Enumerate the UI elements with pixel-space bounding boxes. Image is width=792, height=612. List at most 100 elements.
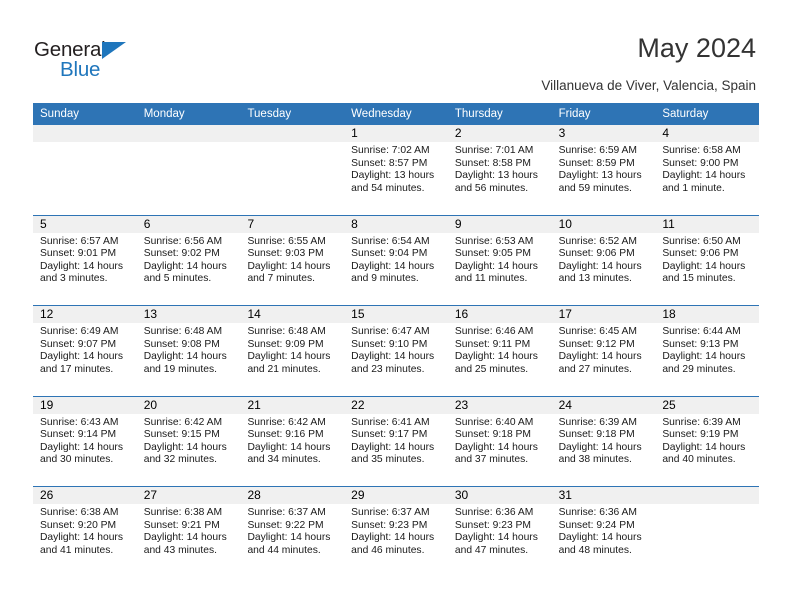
day-cell[interactable]: 2 Sunrise: 7:01 AM Sunset: 8:58 PM Dayli… [447, 125, 552, 215]
day-cell[interactable]: 16 Sunrise: 6:46 AM Sunset: 9:11 PM Dayl… [447, 306, 552, 396]
sunrise-text: Sunrise: 6:47 AM [351, 326, 430, 337]
day-cell[interactable]: 5 Sunrise: 6:57 AM Sunset: 9:01 PM Dayli… [33, 215, 137, 305]
day-cell[interactable]: 15 Sunrise: 6:47 AM Sunset: 9:10 PM Dayl… [344, 306, 448, 396]
sunset-text: Sunset: 9:11 PM [454, 338, 531, 350]
daylight-text-line2: and 7 minutes. [247, 273, 315, 285]
weekday-header-monday: Monday [143, 108, 185, 120]
day-cell[interactable]: 9 Sunrise: 6:53 AM Sunset: 9:05 PM Dayli… [447, 215, 552, 305]
day-details: Sunrise: 6:44 AM Sunset: 9:13 PM Dayligh… [655, 323, 759, 376]
day-cell[interactable]: 7 Sunrise: 6:55 AM Sunset: 9:03 PM Dayli… [240, 215, 345, 305]
sunrise-text: Sunrise: 6:38 AM [143, 507, 223, 518]
sunset-text: Sunset: 8:58 PM [454, 157, 532, 169]
day-cell[interactable]: 26 Sunrise: 6:38 AM Sunset: 9:20 PM Dayl… [33, 487, 137, 577]
page-subtitle-location: Villanueva de Viver, Valencia, Spain [541, 78, 756, 93]
daylight-text-line2: and 35 minutes. [351, 454, 425, 466]
day-cell[interactable]: 25 Sunrise: 6:39 AM Sunset: 9:19 PM Dayl… [655, 396, 760, 486]
day-cell[interactable]: 24 Sunrise: 6:39 AM Sunset: 9:18 PM Dayl… [551, 396, 656, 486]
day-cell[interactable]: 19 Sunrise: 6:43 AM Sunset: 9:14 PM Dayl… [33, 396, 137, 486]
page-header: General Blue May 2024 Villanueva de Vive… [0, 0, 792, 103]
sunset-text: Sunset: 9:19 PM [662, 429, 739, 441]
sunrise-text: Sunrise: 6:56 AM [143, 235, 223, 247]
sunrise-text: Sunrise: 6:46 AM [454, 326, 534, 337]
daylight-text-line2: and 21 minutes. [247, 363, 321, 375]
daylight-text-line2: and 9 minutes. [351, 273, 419, 285]
weekday-header-saturday: Saturday [662, 108, 709, 120]
day-cell[interactable]: 20 Sunrise: 6:42 AM Sunset: 9:15 PM Dayl… [136, 396, 241, 486]
day-cell[interactable]: 12 Sunrise: 6:49 AM Sunset: 9:07 PM Dayl… [33, 306, 137, 396]
daylight-text-line2: and 48 minutes. [558, 544, 632, 556]
day-details: Sunrise: 6:39 AM Sunset: 9:18 PM Dayligh… [552, 414, 656, 467]
day-cell[interactable]: 1 Sunrise: 7:02 AM Sunset: 8:57 PM Dayli… [344, 125, 448, 215]
sunrise-text: Sunrise: 6:37 AM [351, 507, 430, 518]
day-cell[interactable]: 13 Sunrise: 6:48 AM Sunset: 9:08 PM Dayl… [136, 306, 241, 396]
day-number: 7 [240, 215, 345, 233]
sunrise-text: Sunrise: 6:42 AM [143, 416, 223, 428]
day-number: 27 [136, 487, 241, 504]
daylight-text-line1: Daylight: 14 hours [143, 532, 227, 544]
logo-triangle-icon [102, 42, 126, 59]
daylight-text-line2: and 11 minutes. [454, 273, 528, 285]
day-details: Sunrise: 6:41 AM Sunset: 9:17 PM Dayligh… [344, 414, 448, 467]
day-number: 5 [33, 215, 137, 233]
day-details: Sunrise: 6:56 AM Sunset: 9:02 PM Dayligh… [137, 233, 241, 286]
day-cell[interactable]: 17 Sunrise: 6:45 AM Sunset: 9:12 PM Dayl… [551, 306, 656, 396]
daylight-text-line1: Daylight: 13 hours [558, 170, 642, 182]
day-cell[interactable]: 31 Sunrise: 6:36 AM Sunset: 9:24 PM Dayl… [551, 487, 656, 577]
day-details: Sunrise: 6:45 AM Sunset: 9:12 PM Dayligh… [552, 323, 656, 376]
day-cell[interactable]: 8 Sunrise: 6:54 AM Sunset: 9:04 PM Dayli… [344, 215, 448, 305]
day-cell[interactable] [136, 125, 241, 215]
weekday-header-friday: Friday [558, 108, 591, 120]
day-cell[interactable] [655, 487, 760, 577]
day-cell[interactable]: 18 Sunrise: 6:44 AM Sunset: 9:13 PM Dayl… [655, 306, 760, 396]
day-cell[interactable]: 10 Sunrise: 6:52 AM Sunset: 9:06 PM Dayl… [551, 215, 656, 305]
daylight-text-line1: Daylight: 14 hours [454, 260, 538, 272]
general-blue-logo: General Blue [34, 38, 154, 84]
daylight-text-line2: and 23 minutes. [351, 363, 425, 375]
sunrise-text: Sunrise: 6:49 AM [40, 326, 119, 337]
daylight-text-line1: Daylight: 14 hours [40, 532, 123, 544]
day-cell[interactable]: 27 Sunrise: 6:38 AM Sunset: 9:21 PM Dayl… [136, 487, 241, 577]
day-number: 13 [136, 306, 241, 323]
daylight-text-line1: Daylight: 14 hours [351, 532, 435, 544]
daylight-text-line2: and 3 minutes. [40, 273, 108, 285]
day-details: Sunrise: 6:58 AM Sunset: 9:00 PM Dayligh… [655, 142, 759, 195]
weekday-header-thursday: Thursday [454, 108, 503, 120]
day-details: Sunrise: 6:52 AM Sunset: 9:06 PM Dayligh… [552, 233, 656, 286]
daylight-text-line1: Daylight: 14 hours [662, 170, 746, 182]
sunset-text: Sunset: 9:23 PM [454, 519, 532, 531]
day-number: 17 [551, 306, 656, 323]
sunset-text: Sunset: 8:59 PM [558, 157, 635, 169]
sunset-text: Sunset: 9:18 PM [454, 429, 532, 441]
week-row: 26 Sunrise: 6:38 AM Sunset: 9:20 PM Dayl… [33, 486, 760, 577]
day-details: Sunrise: 6:37 AM Sunset: 9:22 PM Dayligh… [240, 504, 344, 557]
day-cell[interactable]: 4 Sunrise: 6:58 AM Sunset: 9:00 PM Dayli… [655, 125, 760, 215]
daylight-text-line1: Daylight: 14 hours [662, 441, 746, 453]
day-cell[interactable]: 29 Sunrise: 6:37 AM Sunset: 9:23 PM Dayl… [344, 487, 448, 577]
day-cell[interactable]: 28 Sunrise: 6:37 AM Sunset: 9:22 PM Dayl… [240, 487, 345, 577]
day-number: 21 [240, 396, 345, 414]
sunset-text: Sunset: 9:05 PM [454, 248, 532, 260]
day-cell[interactable] [33, 125, 137, 215]
logo-text-blue: Blue [60, 58, 101, 81]
daylight-text-line2: and 1 minute. [662, 182, 725, 194]
sunset-text: Sunset: 9:10 PM [351, 338, 428, 350]
daylight-text-line2: and 56 minutes. [454, 182, 529, 194]
day-details: Sunrise: 6:49 AM Sunset: 9:07 PM Dayligh… [33, 323, 137, 376]
day-number: 31 [551, 487, 656, 504]
day-cell[interactable]: 14 Sunrise: 6:48 AM Sunset: 9:09 PM Dayl… [240, 306, 345, 396]
day-cell[interactable]: 3 Sunrise: 6:59 AM Sunset: 8:59 PM Dayli… [551, 125, 656, 215]
sunset-text: Sunset: 9:23 PM [351, 519, 428, 531]
day-details: Sunrise: 7:02 AM Sunset: 8:57 PM Dayligh… [344, 142, 448, 195]
day-cell[interactable] [240, 125, 345, 215]
day-cell[interactable]: 22 Sunrise: 6:41 AM Sunset: 9:17 PM Dayl… [344, 396, 448, 486]
calendar-grid: Sunday Monday Tuesday Wednesday Thursday… [33, 103, 760, 577]
day-cell[interactable]: 23 Sunrise: 6:40 AM Sunset: 9:18 PM Dayl… [447, 396, 552, 486]
day-cell[interactable]: 6 Sunrise: 6:56 AM Sunset: 9:02 PM Dayli… [136, 215, 241, 305]
day-cell[interactable]: 21 Sunrise: 6:42 AM Sunset: 9:16 PM Dayl… [240, 396, 345, 486]
day-cell[interactable]: 11 Sunrise: 6:50 AM Sunset: 9:06 PM Dayl… [655, 215, 760, 305]
day-number: 19 [33, 396, 137, 414]
weekday-header-row: Sunday Monday Tuesday Wednesday Thursday… [33, 103, 759, 125]
day-cell[interactable]: 30 Sunrise: 6:36 AM Sunset: 9:23 PM Dayl… [447, 487, 552, 577]
day-number: 10 [551, 215, 656, 233]
day-details: Sunrise: 6:47 AM Sunset: 9:10 PM Dayligh… [344, 323, 448, 376]
